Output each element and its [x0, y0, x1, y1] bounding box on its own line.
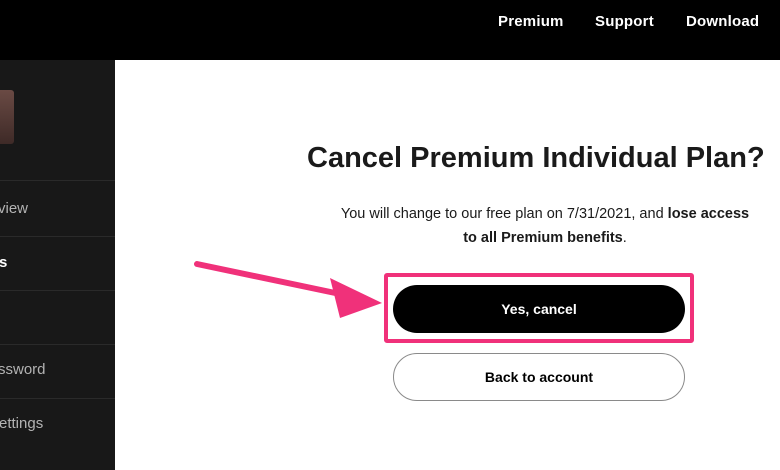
yes-cancel-button[interactable]: Yes, cancel	[393, 285, 685, 333]
sidebar-divider	[0, 236, 115, 237]
sidebar-item-overview[interactable]: view	[0, 200, 28, 217]
nav-download-link[interactable]: Download	[686, 13, 759, 30]
description-bold-text: to all Premium benefits	[463, 230, 623, 246]
nav-premium-link[interactable]: Premium	[498, 13, 564, 30]
cancel-description: You will change to our free plan on 7/31…	[305, 202, 780, 250]
top-navigation-bar: Premium Support Download	[0, 0, 780, 60]
main-content: Cancel Premium Individual Plan? You will…	[115, 60, 780, 470]
sidebar-divider	[0, 180, 115, 181]
description-text: You will change to our free plan on 7/31…	[340, 206, 668, 222]
sidebar-item-label: ettings	[0, 415, 44, 432]
nav-support-link[interactable]: Support	[595, 13, 654, 30]
sidebar-item-label: ssword	[0, 361, 46, 378]
account-sidebar: view s ssword ettings	[0, 60, 115, 470]
description-bold-text: lose access	[667, 206, 750, 222]
sidebar-item-notification-settings[interactable]: ettings	[0, 415, 43, 432]
description-text: .	[622, 230, 627, 246]
sidebar-divider	[0, 398, 115, 399]
sidebar-item-plans[interactable]: s	[0, 254, 7, 271]
sidebar-item-label: s	[0, 254, 8, 271]
sidebar-item-change-password[interactable]: ssword	[0, 361, 46, 378]
sidebar-divider	[0, 344, 115, 345]
sidebar-item-label: view	[0, 200, 29, 217]
avatar[interactable]	[0, 90, 14, 144]
back-to-account-button[interactable]: Back to account	[393, 353, 685, 401]
page-title: Cancel Premium Individual Plan?	[307, 142, 765, 174]
sidebar-divider	[0, 290, 115, 291]
